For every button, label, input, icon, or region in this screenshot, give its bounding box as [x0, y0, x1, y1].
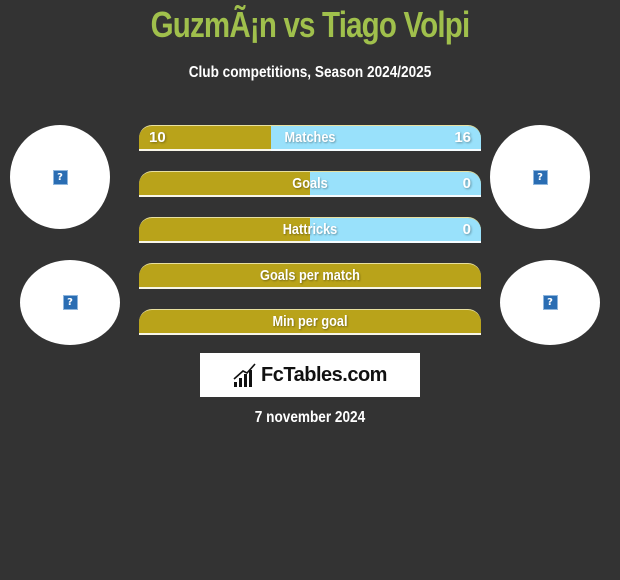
right-club-logo: ? [500, 260, 600, 345]
stat-row-min-per-goal: Min per goal [139, 309, 481, 335]
right-player-photo: ? [490, 125, 590, 229]
report-date: 7 november 2024 [254, 409, 366, 426]
right-value: 0 [462, 221, 471, 238]
page-title: GuzmÃ¡n vs Tiago Volpi [150, 4, 471, 45]
stat-row-goals-per-match: Goals per match [139, 263, 481, 289]
brand-name: FcTables.com [261, 363, 387, 386]
bar-chart-icon [233, 363, 256, 387]
stat-label: Goals [292, 175, 328, 192]
fctables-brand-link[interactable]: FcTables.com [200, 353, 420, 397]
left-player-photo: ? [10, 125, 110, 229]
stat-label: Goals per match [260, 267, 360, 284]
left-value: 10 [149, 129, 166, 146]
broken-image-icon: ? [52, 169, 68, 185]
stat-label: Hattricks [282, 221, 338, 238]
stat-label: Min per goal [272, 313, 348, 330]
stat-row-matches: 10 Matches 16 [139, 125, 481, 151]
broken-image-icon: ? [532, 169, 548, 185]
stat-label: Matches [284, 129, 336, 146]
broken-image-icon: ? [542, 295, 558, 310]
stat-row-hattricks: Hattricks 0 [139, 217, 481, 243]
competition-subtitle: Club competitions, Season 2024/2025 [188, 64, 432, 81]
left-club-logo: ? [20, 260, 120, 345]
right-value: 16 [454, 129, 471, 146]
right-value: 0 [462, 175, 471, 192]
broken-image-icon: ? [62, 295, 78, 310]
stat-row-goals: Goals 0 [139, 171, 481, 197]
